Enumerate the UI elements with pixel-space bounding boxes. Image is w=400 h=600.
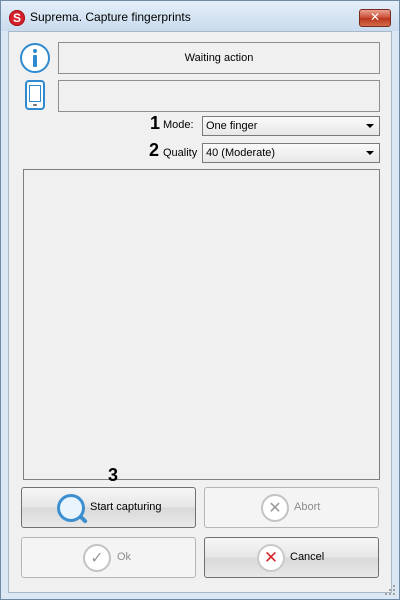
status-message: Waiting action [58, 42, 380, 74]
search-icon [57, 494, 85, 522]
ok-label: Ok [117, 551, 132, 563]
mode-marker: 1 [150, 113, 161, 133]
device-icon [25, 80, 45, 110]
start-capturing-label: Start capturing [90, 501, 162, 513]
checkmark-icon: ✓ [83, 544, 111, 572]
start-marker: 3 [108, 465, 119, 485]
ok-button[interactable]: ✓ Ok [21, 537, 196, 578]
window-title: Suprema. Capture fingerprints [30, 10, 191, 24]
abort-label: Abort [294, 501, 321, 513]
mode-label: Mode: [163, 119, 194, 131]
chevron-down-icon [366, 124, 374, 128]
info-icon [20, 43, 50, 73]
mode-select[interactable]: One finger [202, 116, 380, 136]
quality-select-value: 40 (Moderate) [206, 147, 276, 159]
quality-label: Quality [163, 147, 198, 159]
abort-icon: ✕ [261, 494, 289, 522]
device-status-box [58, 80, 380, 112]
cancel-icon: ✕ [257, 544, 285, 572]
cancel-label: Cancel [290, 551, 325, 563]
mode-select-value: One finger [206, 120, 258, 132]
quality-marker: 2 [149, 140, 160, 160]
resize-grip-icon[interactable] [385, 585, 395, 595]
start-capturing-button[interactable]: Start capturing [21, 487, 196, 528]
cancel-button[interactable]: ✕ Cancel [204, 537, 379, 578]
close-button[interactable]: ✕ [359, 9, 391, 27]
fingerprint-preview-area [23, 169, 380, 480]
title-bar[interactable]: S Suprema. Capture fingerprints ✕ [1, 1, 399, 31]
suprema-logo-icon: S [9, 10, 25, 26]
abort-button[interactable]: ✕ Abort [204, 487, 379, 528]
chevron-down-icon [366, 151, 374, 155]
quality-select[interactable]: 40 (Moderate) [202, 143, 380, 163]
